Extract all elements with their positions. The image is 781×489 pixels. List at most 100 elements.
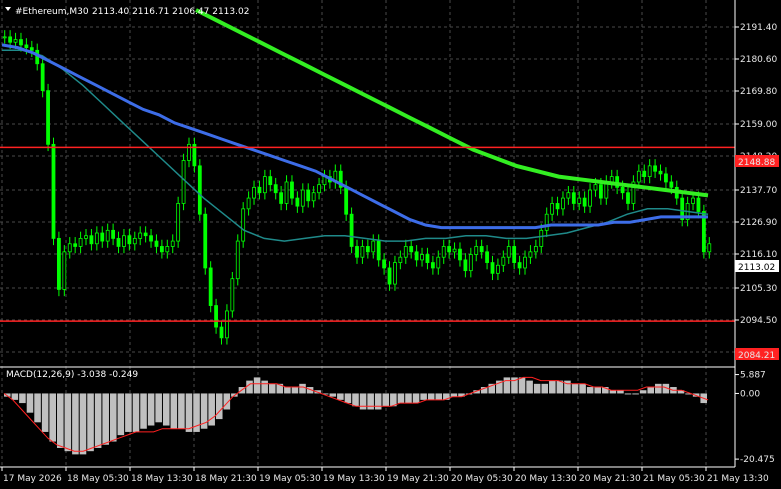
candle-body — [490, 262, 495, 274]
price-tick-label: 2159.00 — [740, 120, 777, 130]
candle-body — [116, 237, 121, 247]
candle-body — [57, 237, 61, 290]
macd-bar — [359, 393, 367, 410]
macd-bar — [253, 377, 261, 394]
candle-body — [317, 184, 321, 194]
time-tick-label: 18 May 13:30 — [131, 474, 193, 484]
moving-average-mid — [1, 43, 708, 230]
candle-body — [29, 47, 34, 51]
macd-histogram — [4, 377, 707, 455]
macd-bar — [246, 380, 253, 394]
candle-body — [138, 232, 143, 239]
candle-body — [420, 254, 424, 261]
candle-body — [458, 248, 462, 261]
time-tick-label: 19 May 21:30 — [387, 474, 449, 484]
price-tick-label: 2137.70 — [740, 186, 777, 196]
candle-body — [441, 246, 446, 258]
time-tick-label: 20 May 05:30 — [451, 474, 513, 484]
macd-bar — [617, 390, 624, 394]
candle-body — [100, 232, 105, 242]
macd-axis: 5.887 0.00 -20.475 — [735, 371, 775, 465]
price-tick-label: 2169.80 — [740, 87, 777, 97]
price-tick-label: 2116.10 — [740, 250, 777, 260]
candle-body — [485, 251, 489, 263]
macd-bar — [223, 393, 231, 410]
macd-bar — [34, 393, 41, 423]
macd-bar — [87, 393, 94, 452]
macd-bar — [19, 393, 26, 404]
candle-body — [414, 251, 419, 261]
time-tick-label: 19 May 13:30 — [323, 474, 385, 484]
candle-body — [365, 246, 370, 253]
candle-body — [371, 240, 376, 253]
macd-bar — [571, 383, 579, 394]
candle-body — [398, 256, 403, 263]
candle-body — [46, 90, 50, 145]
candle-body — [84, 235, 88, 239]
macd-bar — [268, 383, 276, 394]
candle-body — [571, 192, 576, 204]
candle-body — [8, 36, 13, 43]
trading-chart[interactable]: #Ethereum,M30 2113.40 2116.71 2106.47 21… — [0, 0, 781, 489]
candle-body — [19, 39, 23, 46]
candle-body — [636, 170, 641, 183]
macd-bar — [632, 393, 639, 395]
candle-body — [360, 246, 365, 258]
candle-body — [620, 186, 625, 194]
candle-body — [127, 235, 132, 245]
macd-bar — [412, 393, 420, 404]
candle-body — [566, 192, 571, 199]
time-axis[interactable]: 17 May 2026 18 May 05:30 18 May 13:30 18 Ma… — [1, 467, 769, 484]
macd-bar — [162, 393, 170, 426]
candle-body — [387, 267, 392, 285]
macd-bar — [56, 393, 64, 448]
candle-body — [517, 262, 522, 269]
candle-body — [647, 165, 652, 177]
macd-bar — [579, 383, 586, 394]
macd-bar — [132, 393, 140, 432]
macd-tick-label: 0.00 — [740, 389, 760, 399]
macd-bar — [367, 393, 374, 410]
time-tick-label: 20 May 13:30 — [515, 474, 577, 484]
macd-bar — [102, 393, 109, 445]
candle-body — [143, 232, 148, 237]
candle-body — [306, 189, 311, 202]
moving-average-fast — [2, 49, 709, 242]
time-tick-label: 20 May 21:30 — [579, 474, 641, 484]
candle-body — [149, 235, 153, 242]
macd-bar — [329, 393, 337, 397]
macd-bar — [594, 387, 602, 394]
macd-bar — [117, 393, 125, 436]
candle-body — [376, 240, 381, 261]
time-tick-label: 19 May 05:30 — [259, 474, 321, 484]
candle-body — [105, 229, 110, 242]
macd-bar — [284, 387, 291, 394]
candle-body — [626, 192, 630, 204]
candle-body — [159, 246, 164, 253]
macd-bar — [541, 383, 549, 394]
candle-body — [122, 235, 126, 247]
candle-body — [176, 203, 181, 242]
triangle-down-icon[interactable] — [5, 7, 11, 11]
macd-bar — [94, 393, 102, 448]
candle-body — [539, 229, 544, 247]
candle-body — [241, 208, 246, 242]
macd-bar — [125, 393, 132, 432]
candle-body — [94, 232, 99, 245]
macd-bar — [291, 387, 299, 394]
macd-bar — [49, 393, 56, 442]
macd-bar — [450, 393, 458, 397]
macd-bar — [397, 393, 405, 404]
candle-body — [468, 254, 473, 272]
macd-bar — [337, 393, 344, 400]
candle-body — [447, 246, 452, 253]
candle-body — [279, 192, 284, 204]
candle-body — [214, 305, 218, 328]
time-tick-label: 17 May 2026 — [3, 474, 62, 484]
candle-body — [24, 44, 29, 49]
candle-body — [132, 237, 137, 245]
macd-bar — [427, 393, 435, 400]
time-tick-label: 18 May 21:30 — [195, 474, 257, 484]
candle-body — [62, 251, 67, 290]
price-axis[interactable]: 2191.402180.602169.802159.002148.202137.… — [735, 23, 777, 358]
